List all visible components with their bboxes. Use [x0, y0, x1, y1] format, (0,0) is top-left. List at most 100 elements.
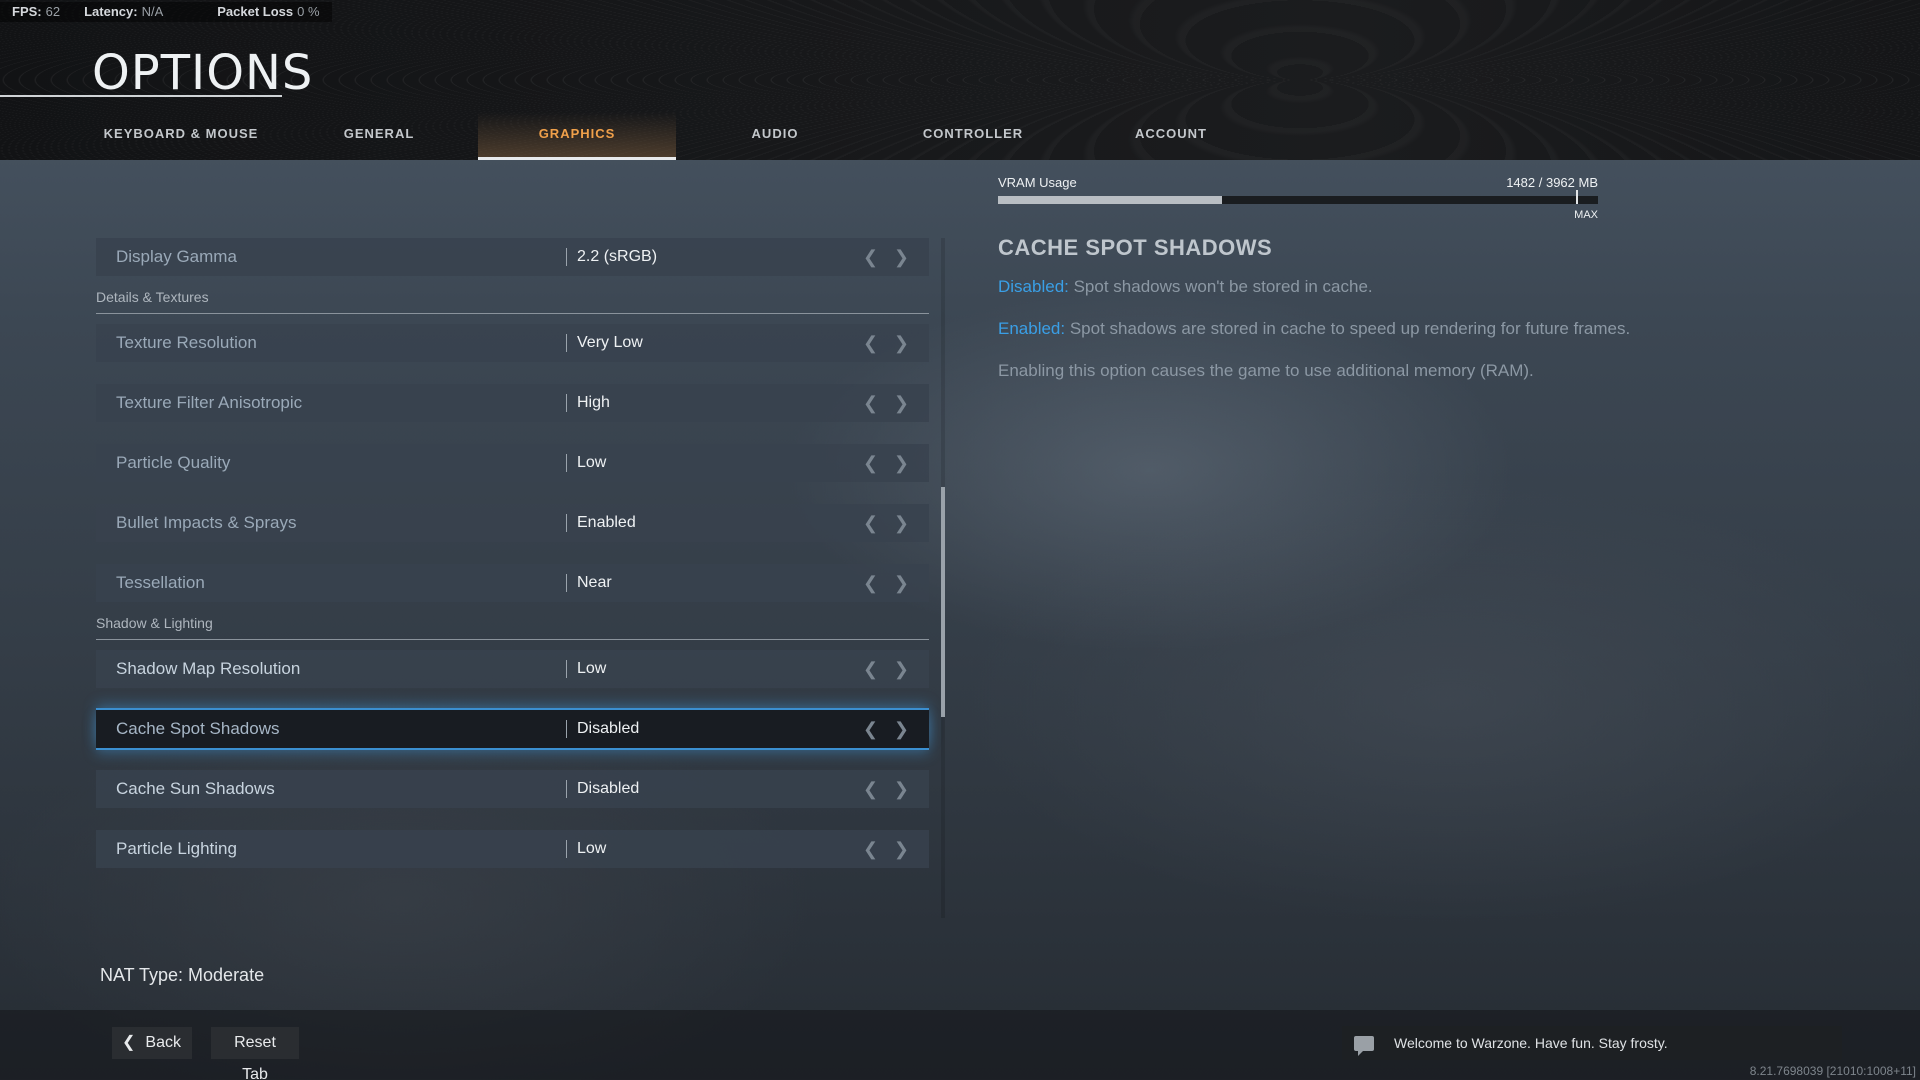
chevron-right-icon[interactable]: ❯: [894, 334, 909, 352]
stats-separator: [175, 2, 205, 22]
setting-value: Low: [577, 454, 607, 471]
setting-value: Very Low: [577, 334, 643, 351]
option-enabled-text: Spot shadows are stored in cache to spee…: [1065, 319, 1631, 338]
description-disabled: Disabled: Spot shadows won't be stored i…: [998, 277, 1758, 297]
fps-value: 62: [45, 4, 61, 19]
chevron-left-icon[interactable]: ❮: [863, 454, 878, 472]
chevron-left-icon[interactable]: ❮: [863, 840, 878, 858]
chevron-right-icon[interactable]: ❯: [894, 454, 909, 472]
chevron-left-icon[interactable]: ❮: [863, 334, 878, 352]
vram-label: VRAM Usage: [998, 175, 1077, 190]
setting-value: Low: [577, 840, 607, 857]
chevron-left-icon[interactable]: ❮: [863, 574, 878, 592]
chat-icon: [1354, 1035, 1374, 1056]
chevron-right-icon[interactable]: ❯: [894, 840, 909, 858]
setting-label: Shadow Map Resolution: [116, 659, 301, 678]
chevron-right-icon[interactable]: ❯: [894, 394, 909, 412]
tab-general[interactable]: GENERAL: [280, 112, 478, 160]
setting-value: Disabled: [577, 720, 640, 737]
chevron-left-icon[interactable]: ❮: [863, 248, 878, 266]
chevron-right-icon[interactable]: ❯: [894, 660, 909, 678]
page-title: OPTIONS: [92, 45, 314, 101]
scrollbar-thumb[interactable]: [941, 487, 945, 717]
tab-bar: KEYBOARD & MOUSE GENERAL GRAPHICS AUDIO …: [82, 112, 1270, 160]
setting-bullet-impacts[interactable]: Bullet Impacts & Sprays Enabled ❮ ❯: [96, 504, 929, 542]
chevron-left-icon[interactable]: ❮: [863, 660, 878, 678]
nat-type: NAT Type: Moderate: [100, 965, 265, 985]
packet-loss-value: 0 %: [297, 4, 320, 19]
reset-tab-button[interactable]: Reset Tab: [211, 1027, 299, 1080]
setting-tessellation[interactable]: Tessellation Near ❮ ❯: [96, 564, 929, 602]
setting-label: Display Gamma: [116, 247, 237, 266]
performance-stats: FPS: 62 Latency: N/A Packet Loss 0 %: [0, 2, 332, 22]
option-disabled-text: Spot shadows won't be stored in cache.: [1068, 277, 1373, 296]
vram-max-marker: [1576, 190, 1578, 204]
build-version: 8.21.7698039 [21010:1008+11]: [1749, 1064, 1916, 1078]
section-header-details-textures: Details & Textures: [96, 288, 929, 314]
tab-graphics[interactable]: GRAPHICS: [478, 112, 676, 160]
chevron-left-icon[interactable]: ❮: [863, 394, 878, 412]
setting-value: Near: [577, 574, 612, 591]
setting-label: Cache Spot Shadows: [116, 719, 280, 738]
setting-label: Cache Sun Shadows: [116, 779, 275, 798]
latency-stat: Latency: N/A: [72, 2, 175, 22]
setting-value: Low: [577, 660, 607, 677]
tab-keyboard-mouse[interactable]: KEYBOARD & MOUSE: [82, 112, 280, 160]
back-button-label: Back: [145, 1034, 181, 1051]
packet-loss-label: Packet Loss: [217, 4, 294, 19]
chevron-right-icon[interactable]: ❯: [894, 514, 909, 532]
setting-cache-spot-shadows[interactable]: Cache Spot Shadows Disabled ❮ ❯: [96, 710, 929, 748]
chevron-right-icon[interactable]: ❯: [894, 780, 909, 798]
settings-list: Display Gamma 2.2 (sRGB) ❮ ❯ Details & Te…: [96, 238, 929, 890]
chevron-left-icon[interactable]: ❮: [863, 780, 878, 798]
latency-label: Latency:: [84, 4, 138, 19]
description-enabled: Enabled: Spot shadows are stored in cach…: [998, 319, 1758, 339]
chevron-right-icon[interactable]: ❯: [894, 248, 909, 266]
chevron-left-icon: ❮: [122, 1034, 136, 1051]
setting-cache-sun-shadows[interactable]: Cache Sun Shadows Disabled ❮ ❯: [96, 770, 929, 808]
tab-controller[interactable]: CONTROLLER: [874, 112, 1072, 160]
latency-value: N/A: [141, 4, 164, 19]
chevron-left-icon[interactable]: ❮: [863, 514, 878, 532]
setting-label: Texture Filter Anisotropic: [116, 393, 303, 412]
vram-max-label: MAX: [1574, 209, 1598, 221]
setting-value: Disabled: [577, 780, 640, 797]
vram-usage-meter: VRAM Usage 1482 / 3962 MB MAX: [998, 175, 1598, 221]
chevron-right-icon[interactable]: ❯: [894, 720, 909, 738]
setting-particle-quality[interactable]: Particle Quality Low ❮ ❯: [96, 444, 929, 482]
setting-description-panel: CACHE SPOT SHADOWS Disabled: Spot shadow…: [998, 235, 1758, 381]
chevron-right-icon[interactable]: ❯: [894, 574, 909, 592]
fps-label: FPS:: [12, 4, 42, 19]
setting-value: 2.2 (sRGB): [577, 248, 658, 265]
setting-label: Texture Resolution: [116, 333, 257, 352]
vram-usage-value: 1482 / 3962 MB: [1506, 175, 1598, 190]
chat-box[interactable]: Welcome to Warzone. Have fun. Stay frost…: [1342, 1026, 1842, 1060]
back-button[interactable]: ❮ Back: [112, 1027, 192, 1059]
setting-particle-lighting[interactable]: Particle Lighting Low ❮ ❯: [96, 830, 929, 868]
section-header-shadow-lighting: Shadow & Lighting: [96, 614, 929, 640]
option-enabled-label: Enabled:: [998, 319, 1066, 338]
setting-value: Enabled: [577, 514, 636, 531]
setting-label: Bullet Impacts & Sprays: [116, 513, 297, 532]
packet-loss-stat: Packet Loss 0 %: [205, 2, 331, 22]
setting-label: Tessellation: [116, 573, 205, 592]
chat-message: Welcome to Warzone. Have fun. Stay frost…: [1394, 1035, 1668, 1051]
setting-label: Particle Quality: [116, 453, 231, 472]
description-title: CACHE SPOT SHADOWS: [998, 235, 1273, 260]
setting-texture-filter-anisotropic[interactable]: Texture Filter Anisotropic High ❮ ❯: [96, 384, 929, 422]
setting-label: Particle Lighting: [116, 839, 237, 858]
vram-bar: [998, 190, 1598, 204]
tab-account[interactable]: ACCOUNT: [1072, 112, 1270, 160]
vram-bar-fill: [998, 196, 1223, 204]
fps-stat: FPS: 62: [0, 2, 72, 22]
setting-texture-resolution[interactable]: Texture Resolution Very Low ❮ ❯: [96, 324, 929, 362]
chevron-left-icon[interactable]: ❮: [863, 720, 878, 738]
title-underline: [0, 95, 282, 97]
header-band: FPS: 62 Latency: N/A Packet Loss 0 % OPTION…: [0, 0, 1920, 160]
option-disabled-label: Disabled:: [998, 277, 1069, 296]
setting-value: High: [577, 394, 610, 411]
description-note: Enabling this option causes the game to …: [998, 361, 1534, 380]
setting-shadow-map-resolution[interactable]: Shadow Map Resolution Low ❮ ❯: [96, 650, 929, 688]
setting-display-gamma[interactable]: Display Gamma 2.2 (sRGB) ❮ ❯: [96, 238, 929, 276]
tab-audio[interactable]: AUDIO: [676, 112, 874, 160]
